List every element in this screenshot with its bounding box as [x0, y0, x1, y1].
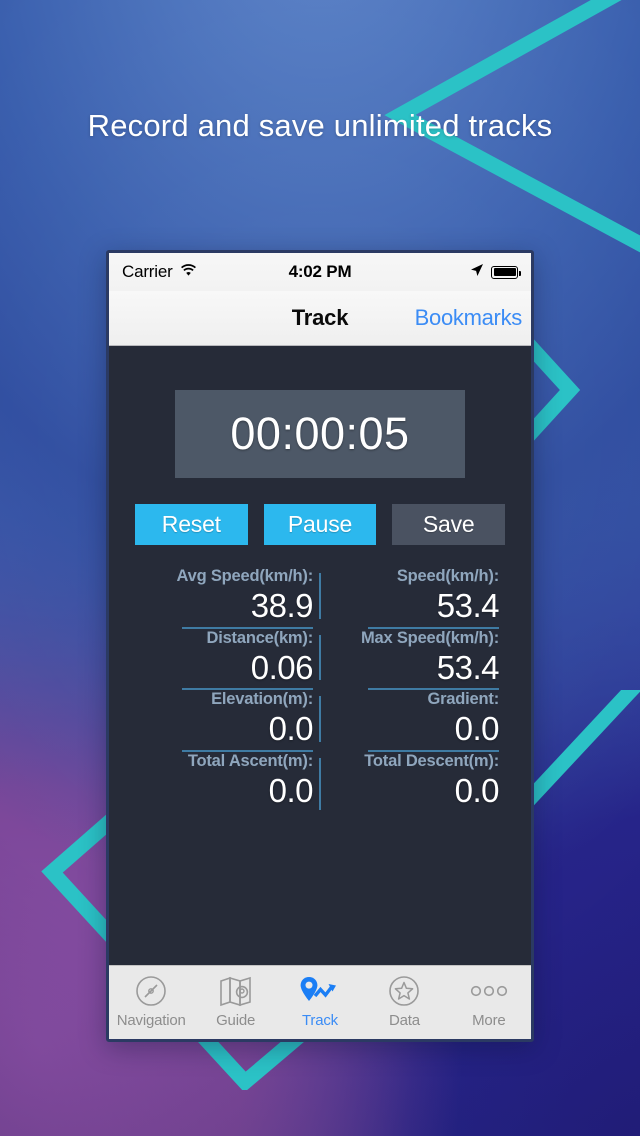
compass-icon [134, 972, 168, 1010]
map-icon [218, 972, 254, 1010]
stats-row: Distance(km): 0.06 Max Speed(km/h): 53.4 [135, 629, 505, 691]
tab-bar: Navigation Guide Track Data More [109, 965, 531, 1039]
save-button[interactable]: Save [392, 504, 506, 545]
timer-value: 00:00:05 [230, 408, 410, 459]
promo-screenshot: Record and save unlimited tracks Carrier… [0, 0, 640, 1136]
stat-distance: Distance(km): 0.06 [135, 629, 319, 691]
stat-label: Avg Speed(km/h): [176, 567, 314, 585]
location-arrow-icon [470, 262, 484, 282]
stat-label: Distance(km): [206, 628, 313, 647]
control-buttons: Reset Pause Save [135, 478, 506, 545]
stat-label: Total Ascent(m): [187, 751, 313, 770]
stat-value: 0.0 [268, 710, 314, 748]
timer-section: 00:00:05 [135, 346, 505, 478]
track-panel: 00:00:05 Reset Pause Save Avg Speed(km/h… [109, 346, 531, 965]
tab-label: Track [302, 1012, 338, 1029]
page-title: Record and save unlimited tracks [87, 108, 553, 143]
stat-value: 38.9 [250, 587, 314, 624]
status-right [470, 262, 521, 282]
route-pin-icon [297, 972, 343, 1010]
tab-label: Navigation [116, 1012, 186, 1029]
tab-data[interactable]: Data [362, 972, 446, 1029]
stat-label: Elevation(m): [211, 690, 313, 709]
stat-value: 53.4 [436, 587, 500, 624]
tab-track[interactable]: Track [278, 972, 362, 1029]
stat-underline [368, 812, 499, 814]
stat-label: Gradient: [427, 690, 499, 709]
stat-value: 0.0 [454, 710, 500, 748]
stats-row: Elevation(m): 0.0 Gradient: 0.0 [135, 690, 505, 752]
stat-value: 0.0 [454, 771, 500, 809]
stat-total-ascent: Total Ascent(m): 0.0 [135, 752, 319, 814]
status-bar: Carrier 4:02 PM [109, 253, 531, 291]
tab-navigation[interactable]: Navigation [109, 972, 193, 1029]
stat-label: Speed(km/h): [396, 567, 499, 585]
stat-underline [182, 812, 313, 814]
stats-grid: Avg Speed(km/h): 38.9 Speed(km/h): 53.4 [135, 545, 505, 814]
timer-display: 00:00:05 [175, 390, 465, 478]
stat-label: Total Descent(m): [364, 751, 499, 770]
tab-label: More [472, 1012, 506, 1029]
stat-value: 0.06 [250, 648, 314, 686]
stat-gradient: Gradient: 0.0 [321, 690, 505, 752]
tab-label: Data [388, 1012, 420, 1029]
nav-title: Track [291, 305, 349, 330]
stat-elevation: Elevation(m): 0.0 [135, 690, 319, 752]
stat-max-speed: Max Speed(km/h): 53.4 [321, 629, 505, 691]
star-circle-icon [387, 972, 421, 1010]
bookmarks-button[interactable]: Bookmarks [415, 305, 523, 331]
reset-button[interactable]: Reset [135, 504, 248, 545]
clock-label: 4:02 PM [288, 262, 352, 281]
tab-label: Guide [216, 1012, 256, 1029]
navigation-bar: Track Bookmarks [109, 291, 531, 346]
stats-row: Total Ascent(m): 0.0 Total Descent(m): 0… [135, 752, 505, 814]
pause-button[interactable]: Pause [263, 504, 377, 545]
ellipsis-icon [469, 972, 509, 1010]
phone-frame: Carrier 4:02 PM Track Bookmarks 00:00:05… [106, 250, 534, 1042]
stat-avg-speed: Avg Speed(km/h): 38.9 [135, 567, 319, 629]
tab-guide[interactable]: Guide [193, 972, 277, 1029]
stats-row: Avg Speed(km/h): 38.9 Speed(km/h): 53.4 [135, 567, 505, 629]
phone-screen: Carrier 4:02 PM Track Bookmarks 00:00:05… [109, 253, 531, 1039]
stat-speed: Speed(km/h): 53.4 [321, 567, 505, 629]
tab-more[interactable]: More [447, 972, 531, 1029]
stat-value: 53.4 [436, 648, 500, 686]
stat-label: Max Speed(km/h): [361, 628, 499, 647]
stat-total-descent: Total Descent(m): 0.0 [321, 752, 505, 814]
battery-full-icon [491, 265, 521, 279]
stat-value: 0.0 [268, 771, 314, 809]
